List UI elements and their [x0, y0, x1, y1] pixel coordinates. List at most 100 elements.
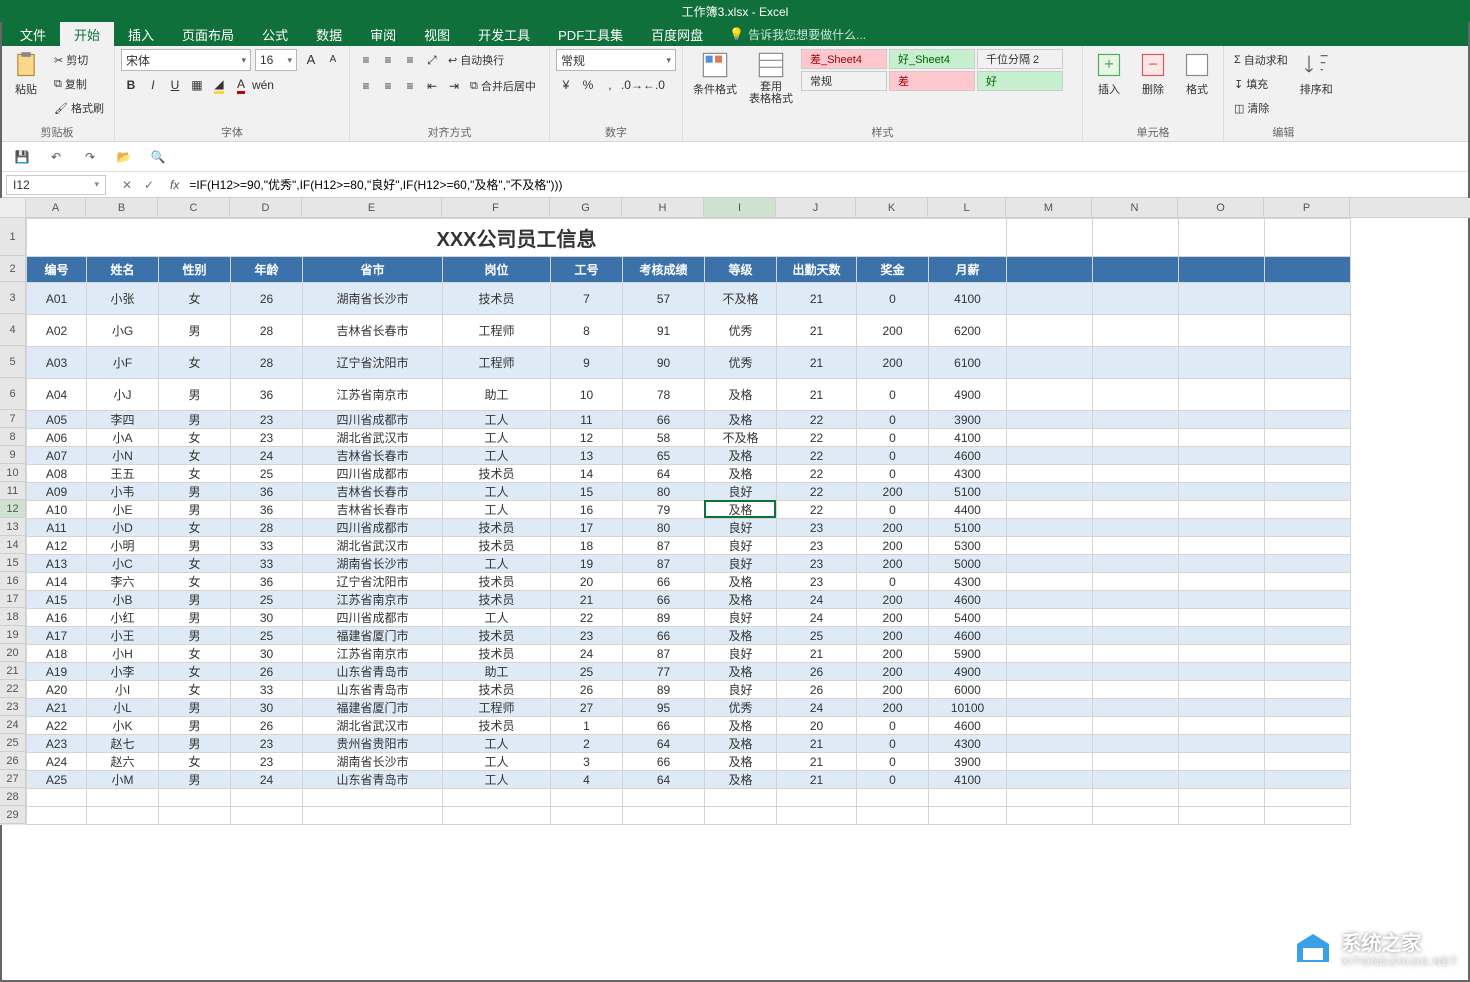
- cell[interactable]: 7: [551, 283, 623, 315]
- cell[interactable]: 小N: [87, 447, 159, 465]
- cell[interactable]: [1179, 717, 1265, 735]
- cell[interactable]: [1265, 591, 1351, 609]
- cell[interactable]: 小韦: [87, 483, 159, 501]
- cell[interactable]: [1265, 555, 1351, 573]
- cell[interactable]: 湖南省长沙市: [303, 555, 443, 573]
- cell[interactable]: [1179, 347, 1265, 379]
- cell[interactable]: [1007, 645, 1093, 663]
- merge-center-button[interactable]: ⧉合并后居中: [466, 75, 540, 97]
- cell[interactable]: A01: [27, 283, 87, 315]
- cell[interactable]: [1007, 789, 1093, 807]
- cell[interactable]: [1007, 609, 1093, 627]
- cell[interactable]: A03: [27, 347, 87, 379]
- cell[interactable]: 福建省厦门市: [303, 699, 443, 717]
- print-preview-button[interactable]: 🔍: [148, 147, 168, 167]
- cell[interactable]: [1093, 447, 1179, 465]
- cell[interactable]: 小明: [87, 537, 159, 555]
- cell[interactable]: [1265, 219, 1351, 257]
- cell[interactable]: [1265, 645, 1351, 663]
- cell[interactable]: A05: [27, 411, 87, 429]
- cell[interactable]: 技术员: [443, 573, 551, 591]
- cell[interactable]: A22: [27, 717, 87, 735]
- fill-button[interactable]: ↧填充: [1230, 73, 1292, 95]
- cell[interactable]: [1265, 699, 1351, 717]
- cell[interactable]: 33: [231, 681, 303, 699]
- cell[interactable]: A10: [27, 501, 87, 519]
- cell[interactable]: [551, 807, 623, 825]
- cell[interactable]: A08: [27, 465, 87, 483]
- cell[interactable]: 21: [777, 753, 857, 771]
- cell[interactable]: 23: [231, 429, 303, 447]
- row-header[interactable]: 8: [0, 428, 26, 446]
- cell[interactable]: 25: [231, 465, 303, 483]
- cell[interactable]: [1007, 465, 1093, 483]
- cell[interactable]: 0: [857, 411, 929, 429]
- fx-label[interactable]: fx: [164, 178, 185, 192]
- cell[interactable]: 200: [857, 645, 929, 663]
- table-header[interactable]: 姓名: [87, 257, 159, 283]
- cell[interactable]: 5100: [929, 483, 1007, 501]
- cell[interactable]: 66: [623, 573, 705, 591]
- row-header[interactable]: 5: [0, 346, 26, 378]
- cell[interactable]: 优秀: [705, 347, 777, 379]
- cell[interactable]: 四川省成都市: [303, 609, 443, 627]
- cell[interactable]: 64: [623, 465, 705, 483]
- cell[interactable]: [1007, 429, 1093, 447]
- col-header-K[interactable]: K: [856, 198, 928, 217]
- cell[interactable]: 5100: [929, 519, 1007, 537]
- cell[interactable]: A19: [27, 663, 87, 681]
- cell[interactable]: [929, 807, 1007, 825]
- row-header[interactable]: 18: [0, 608, 26, 626]
- cell[interactable]: [1179, 609, 1265, 627]
- cell[interactable]: 89: [623, 609, 705, 627]
- cell[interactable]: 5900: [929, 645, 1007, 663]
- cell[interactable]: 女: [159, 555, 231, 573]
- cell[interactable]: [777, 807, 857, 825]
- cell[interactable]: 24: [231, 771, 303, 789]
- cell[interactable]: [1093, 501, 1179, 519]
- style-bad-sheet4[interactable]: 差_Sheet4: [801, 49, 887, 69]
- col-header-C[interactable]: C: [158, 198, 230, 217]
- cell[interactable]: 湖北省武汉市: [303, 429, 443, 447]
- cell[interactable]: [1007, 627, 1093, 645]
- cell[interactable]: [1265, 411, 1351, 429]
- cell[interactable]: 25: [777, 627, 857, 645]
- cell[interactable]: 女: [159, 519, 231, 537]
- cell[interactable]: [27, 807, 87, 825]
- cell[interactable]: 23: [231, 735, 303, 753]
- cell[interactable]: 吉林省长春市: [303, 447, 443, 465]
- italic-button[interactable]: I: [143, 75, 163, 95]
- cell[interactable]: 江苏省南京市: [303, 591, 443, 609]
- cell[interactable]: [1007, 663, 1093, 681]
- percent-button[interactable]: %: [578, 75, 598, 95]
- cell[interactable]: [1265, 735, 1351, 753]
- cell[interactable]: [1007, 315, 1093, 347]
- cell[interactable]: [1007, 753, 1093, 771]
- row-header[interactable]: 29: [0, 806, 26, 824]
- format-cells-button[interactable]: 格式: [1177, 49, 1217, 99]
- cell[interactable]: [1179, 663, 1265, 681]
- cell[interactable]: [1265, 753, 1351, 771]
- cell[interactable]: 4100: [929, 771, 1007, 789]
- cell[interactable]: [1265, 429, 1351, 447]
- number-format-combo[interactable]: 常规▾: [556, 49, 676, 71]
- cell[interactable]: 23: [231, 411, 303, 429]
- cell[interactable]: 优秀: [705, 699, 777, 717]
- tab-home[interactable]: 开始: [60, 22, 114, 46]
- col-header-D[interactable]: D: [230, 198, 302, 217]
- cell[interactable]: [857, 807, 929, 825]
- cell[interactable]: [623, 789, 705, 807]
- cell[interactable]: [1093, 699, 1179, 717]
- cell[interactable]: 4100: [929, 283, 1007, 315]
- cell[interactable]: 女: [159, 645, 231, 663]
- cell[interactable]: [1093, 771, 1179, 789]
- cell[interactable]: 87: [623, 537, 705, 555]
- formula-input[interactable]: [185, 175, 1470, 195]
- cell[interactable]: 3900: [929, 411, 1007, 429]
- cell[interactable]: 25: [231, 627, 303, 645]
- cut-button[interactable]: ✂剪切: [50, 49, 108, 71]
- cell[interactable]: 87: [623, 555, 705, 573]
- cell[interactable]: 22: [777, 429, 857, 447]
- cell[interactable]: A20: [27, 681, 87, 699]
- cell[interactable]: 200: [857, 555, 929, 573]
